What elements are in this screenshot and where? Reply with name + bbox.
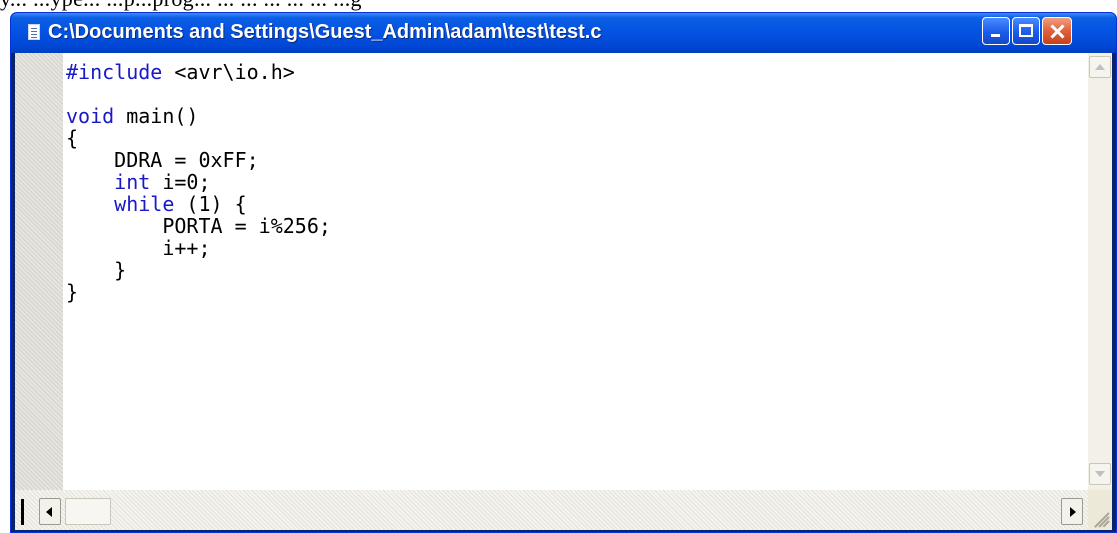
code-text: PORTA = i%256; xyxy=(66,214,331,238)
scroll-left-button[interactable] xyxy=(39,498,61,525)
code-text: (1) { xyxy=(174,192,247,216)
code-line: #include <avr\io.h> xyxy=(66,62,295,82)
horizontal-scrollbar[interactable] xyxy=(15,490,1088,530)
scroll-right-button[interactable] xyxy=(1061,498,1083,525)
code-line: { xyxy=(66,128,78,148)
code-keyword: #include xyxy=(66,60,163,84)
screenshot: y... ...ype... ...p...prog... ... ... ..… xyxy=(0,0,1117,533)
scroll-down-icon xyxy=(1095,471,1105,477)
code-line: void main() xyxy=(66,106,198,126)
code-line: DDRA = 0xFF; xyxy=(66,150,259,170)
scroll-up-icon xyxy=(1095,64,1105,70)
code-line: PORTA = i%256; xyxy=(66,216,331,236)
scroll-left-icon xyxy=(46,507,52,517)
code-keyword: while xyxy=(114,192,175,216)
horizontal-scroll-thumb[interactable] xyxy=(65,498,111,525)
scroll-down-button[interactable] xyxy=(1089,463,1111,485)
maximize-button[interactable] xyxy=(1012,17,1040,45)
code-line: while (1) { xyxy=(66,192,247,216)
code-keyword: void xyxy=(66,104,115,128)
editor-window: C:\Documents and Settings\Guest_Admin\ad… xyxy=(10,12,1117,533)
scroll-right-icon xyxy=(1070,507,1076,517)
code-line: i++; xyxy=(66,236,211,260)
vertical-scrollbar[interactable] xyxy=(1088,53,1112,490)
code-text: <avr\io.h> xyxy=(162,60,295,84)
split-handle[interactable] xyxy=(21,499,24,525)
code-text: main() xyxy=(114,104,199,128)
code-text: } xyxy=(66,258,127,282)
code-editor[interactable]: #include <avr\io.h> void main(){ DDRA = 0… xyxy=(63,53,1088,490)
close-button[interactable] xyxy=(1042,17,1072,45)
minimize-button[interactable] xyxy=(982,17,1010,45)
code-text: { xyxy=(66,126,79,150)
code-line: } xyxy=(66,282,78,302)
code-text: i++; xyxy=(66,236,211,260)
code-line: int i=0; xyxy=(66,170,211,194)
resize-grip[interactable] xyxy=(1088,490,1112,530)
title-bar[interactable]: C:\Documents and Settings\Guest_Admin\ad… xyxy=(11,13,1116,53)
code-text: DDRA = 0xFF; xyxy=(66,148,259,172)
editor-client-area: #include <avr\io.h> void main(){ DDRA = 0… xyxy=(15,53,1112,530)
code-text: i=0; xyxy=(150,170,211,194)
code-keyword: int xyxy=(114,170,151,194)
close-icon xyxy=(1043,18,1071,44)
code-line: } xyxy=(66,260,126,280)
maximize-icon xyxy=(1019,24,1033,37)
window-title: C:\Documents and Settings\Guest_Admin\ad… xyxy=(48,21,602,43)
selection-margin[interactable] xyxy=(15,53,63,490)
scroll-up-button[interactable] xyxy=(1089,56,1111,78)
background-document-text: y... ...ype... ...p...prog... ... ... ..… xyxy=(0,0,362,12)
document-icon xyxy=(28,24,40,40)
minimize-icon xyxy=(991,34,1000,37)
code-text: } xyxy=(66,280,79,304)
